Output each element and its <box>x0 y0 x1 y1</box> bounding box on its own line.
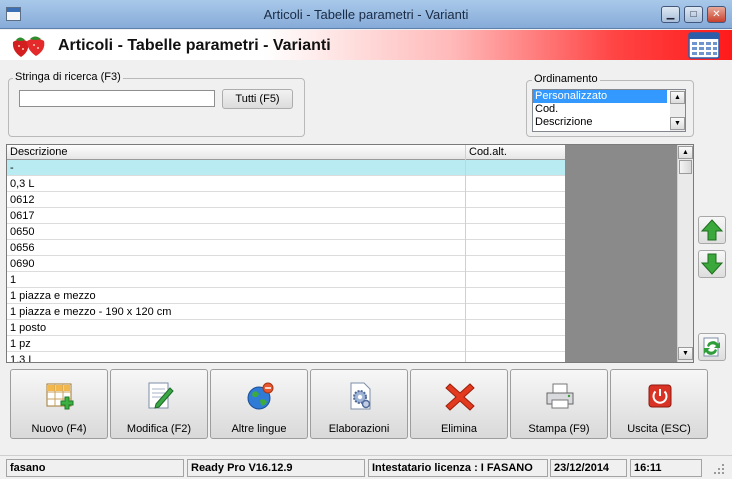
table-row[interactable]: 1 piazza e mezzo - 190 x 120 cm <box>7 304 565 320</box>
cell-descrizione: - <box>10 162 14 174</box>
all-button[interactable]: Tutti (F5) <box>222 89 293 109</box>
cell-descrizione: 1 <box>10 274 17 286</box>
table-row[interactable]: 1 <box>7 272 565 288</box>
nuovo-label: Nuovo (F4) <box>31 423 87 435</box>
header-banner: Articoli - Tabelle parametri - Varianti <box>0 30 732 60</box>
stampa-label: Stampa (F9) <box>528 423 590 435</box>
search-input[interactable] <box>19 90 215 107</box>
table-row[interactable]: 0690 <box>7 256 565 272</box>
cell-descrizione: 1 piazza e mezzo - 190 x 120 cm <box>10 306 172 318</box>
globe-icon <box>247 382 274 410</box>
altre-lingue-label: Altre lingue <box>231 423 287 435</box>
elaborazioni-button[interactable]: Elaborazioni <box>310 369 408 439</box>
table-row[interactable]: 1 pz <box>7 336 565 352</box>
sort-scroll-down[interactable]: ▼ <box>670 117 685 130</box>
sort-legend: Ordinamento <box>532 73 600 85</box>
arrow-up-icon <box>700 219 724 241</box>
window-title: Articoli - Tabelle parametri - Varianti <box>263 7 469 22</box>
maximize-button[interactable]: □ <box>684 6 703 23</box>
elaborazioni-label: Elaborazioni <box>328 423 390 435</box>
move-up-button[interactable] <box>698 216 726 244</box>
modifica-button[interactable]: Modifica (F2) <box>110 369 208 439</box>
grid-header: Descrizione Cod.alt. <box>7 145 565 160</box>
table-row[interactable]: 0,3 L <box>7 176 565 192</box>
arrow-down-icon <box>700 253 724 275</box>
table-row[interactable]: 1 posto <box>7 320 565 336</box>
sort-option-cod[interactable]: Cod. <box>533 103 667 116</box>
uscita-button[interactable]: Uscita (ESC) <box>610 369 708 439</box>
grid-vertical-scrollbar[interactable]: ▲ ▼ <box>677 145 693 362</box>
sort-option-descrizione[interactable]: Descrizione <box>533 116 667 129</box>
title-bar: Articoli - Tabelle parametri - Varianti … <box>0 0 732 29</box>
new-record-icon <box>46 383 74 410</box>
grid-scroll-down[interactable]: ▼ <box>678 347 693 360</box>
cell-descrizione: 0612 <box>10 194 35 206</box>
table-row[interactable]: 0617 <box>7 208 565 224</box>
grid-rows: - 0,3 L 0612 0617 0650 0656 0690 1 1 piazza e me… <box>7 160 565 363</box>
sort-scroll-up[interactable]: ▲ <box>670 91 685 104</box>
status-license: Intestatario licenza : I FASANO <box>368 459 548 477</box>
close-button[interactable]: ✕ <box>707 6 726 23</box>
search-legend: Stringa di ricerca (F3) <box>13 71 123 83</box>
altre-lingue-button[interactable]: Altre lingue <box>210 369 308 439</box>
cell-descrizione: 1 posto <box>10 322 47 334</box>
grid-scroll-up[interactable]: ▲ <box>678 146 693 159</box>
status-time: 16:11 <box>630 459 702 477</box>
table-row[interactable]: 1,3 L <box>7 352 565 363</box>
modifica-label: Modifica (F2) <box>126 423 192 435</box>
refresh-icon <box>703 337 720 357</box>
nuovo-button[interactable]: Nuovo (F4) <box>10 369 108 439</box>
column-divider <box>465 145 466 362</box>
calendar-icon[interactable] <box>688 31 720 59</box>
cell-descrizione: 0690 <box>10 258 35 270</box>
status-user: fasano <box>6 459 184 477</box>
cell-descrizione: 0650 <box>10 226 35 238</box>
strawberry-icon <box>12 36 45 57</box>
grid-empty-area <box>565 145 677 362</box>
grid-scroll-thumb[interactable] <box>679 160 692 174</box>
processing-gears-icon <box>350 382 371 410</box>
sort-option-personalizzato[interactable]: Personalizzato <box>533 90 667 103</box>
uscita-label: Uscita (ESC) <box>627 423 691 435</box>
move-down-button[interactable] <box>698 250 726 278</box>
stampa-button[interactable]: Stampa (F9) <box>510 369 608 439</box>
cell-descrizione: 1 piazza e mezzo <box>10 290 96 302</box>
table-row[interactable]: 0650 <box>7 224 565 240</box>
minimize-button[interactable]: ▁ <box>661 6 680 23</box>
edit-icon <box>148 382 174 409</box>
refresh-button[interactable] <box>698 333 726 361</box>
elimina-label: Elimina <box>440 423 478 435</box>
table-row[interactable]: 1 piazza e mezzo <box>7 288 565 304</box>
table-row[interactable]: 0656 <box>7 240 565 256</box>
sort-listbox[interactable]: Personalizzato Cod. Descrizione ▲ ▼ <box>532 89 686 132</box>
resize-grip-icon[interactable] <box>712 462 726 476</box>
elimina-button[interactable]: Elimina <box>410 369 508 439</box>
cell-descrizione: 1,3 L <box>10 354 35 363</box>
variants-grid[interactable]: Descrizione Cod.alt. - 0,3 L 0612 0617 0650 0… <box>6 144 694 363</box>
cell-descrizione: 0,3 L <box>10 178 35 190</box>
column-header-descrizione[interactable]: Descrizione <box>10 146 67 158</box>
table-row[interactable]: - <box>7 160 565 176</box>
printer-icon <box>546 383 574 409</box>
column-header-cod-alt[interactable]: Cod.alt. <box>469 146 507 158</box>
status-bar: fasano Ready Pro V16.12.9 Intestatario l… <box>0 455 732 479</box>
power-exit-icon <box>648 384 672 408</box>
status-date: 23/12/2014 <box>550 459 627 477</box>
delete-x-icon <box>445 383 475 411</box>
cell-descrizione: 1 pz <box>10 338 31 350</box>
table-row[interactable]: 0612 <box>7 192 565 208</box>
status-version: Ready Pro V16.12.9 <box>187 459 365 477</box>
page-title: Articoli - Tabelle parametri - Varianti <box>58 37 331 54</box>
cell-descrizione: 0617 <box>10 210 35 222</box>
cell-descrizione: 0656 <box>10 242 35 254</box>
